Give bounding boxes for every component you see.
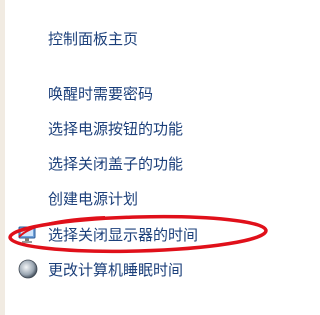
display-shield-icon xyxy=(18,226,36,243)
create-power-plan-link[interactable]: 创建电源计划 xyxy=(48,189,138,209)
moon-sleep-icon xyxy=(18,259,38,279)
left-border xyxy=(0,0,5,315)
change-sleep-time-link[interactable]: 更改计算机睡眠时间 xyxy=(48,260,183,280)
require-password-on-wake-link[interactable]: 唤醒时需要密码 xyxy=(48,84,153,104)
choose-display-off-time-link[interactable]: 选择关闭显示器的时间 xyxy=(48,225,198,245)
control-panel-home-link[interactable]: 控制面板主页 xyxy=(48,29,138,49)
choose-lid-close-action-link[interactable]: 选择关闭盖子的功能 xyxy=(48,154,183,174)
control-panel-sidebar: 控制面板主页 唤醒时需要密码 选择电源按钮的功能 选择关闭盖子的功能 创建电源计… xyxy=(0,0,297,315)
choose-power-button-action-link[interactable]: 选择电源按钮的功能 xyxy=(48,119,183,139)
